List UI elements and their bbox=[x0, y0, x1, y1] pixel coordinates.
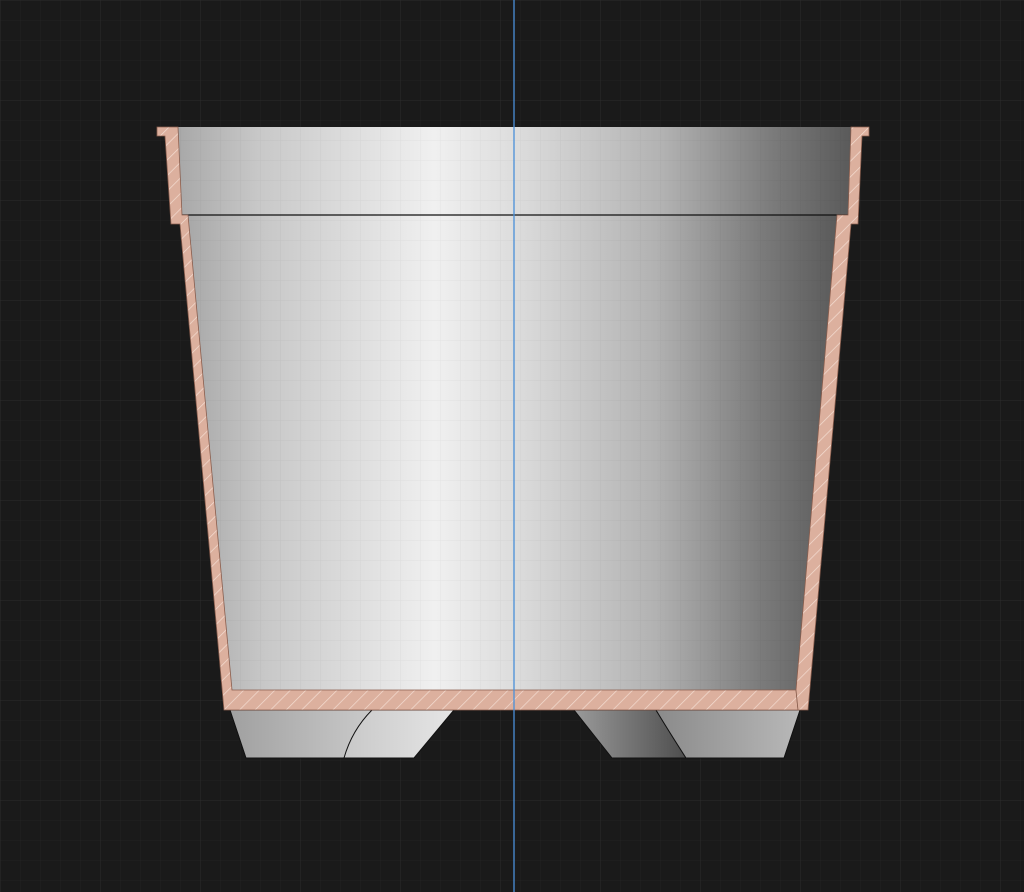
flower-pot-model[interactable] bbox=[156, 126, 870, 759]
drawing-canvas[interactable] bbox=[0, 0, 1024, 892]
body-surface-grid bbox=[188, 215, 837, 690]
section-profile-bottom[interactable] bbox=[513, 689, 799, 711]
cad-viewport[interactable] bbox=[0, 0, 1024, 892]
